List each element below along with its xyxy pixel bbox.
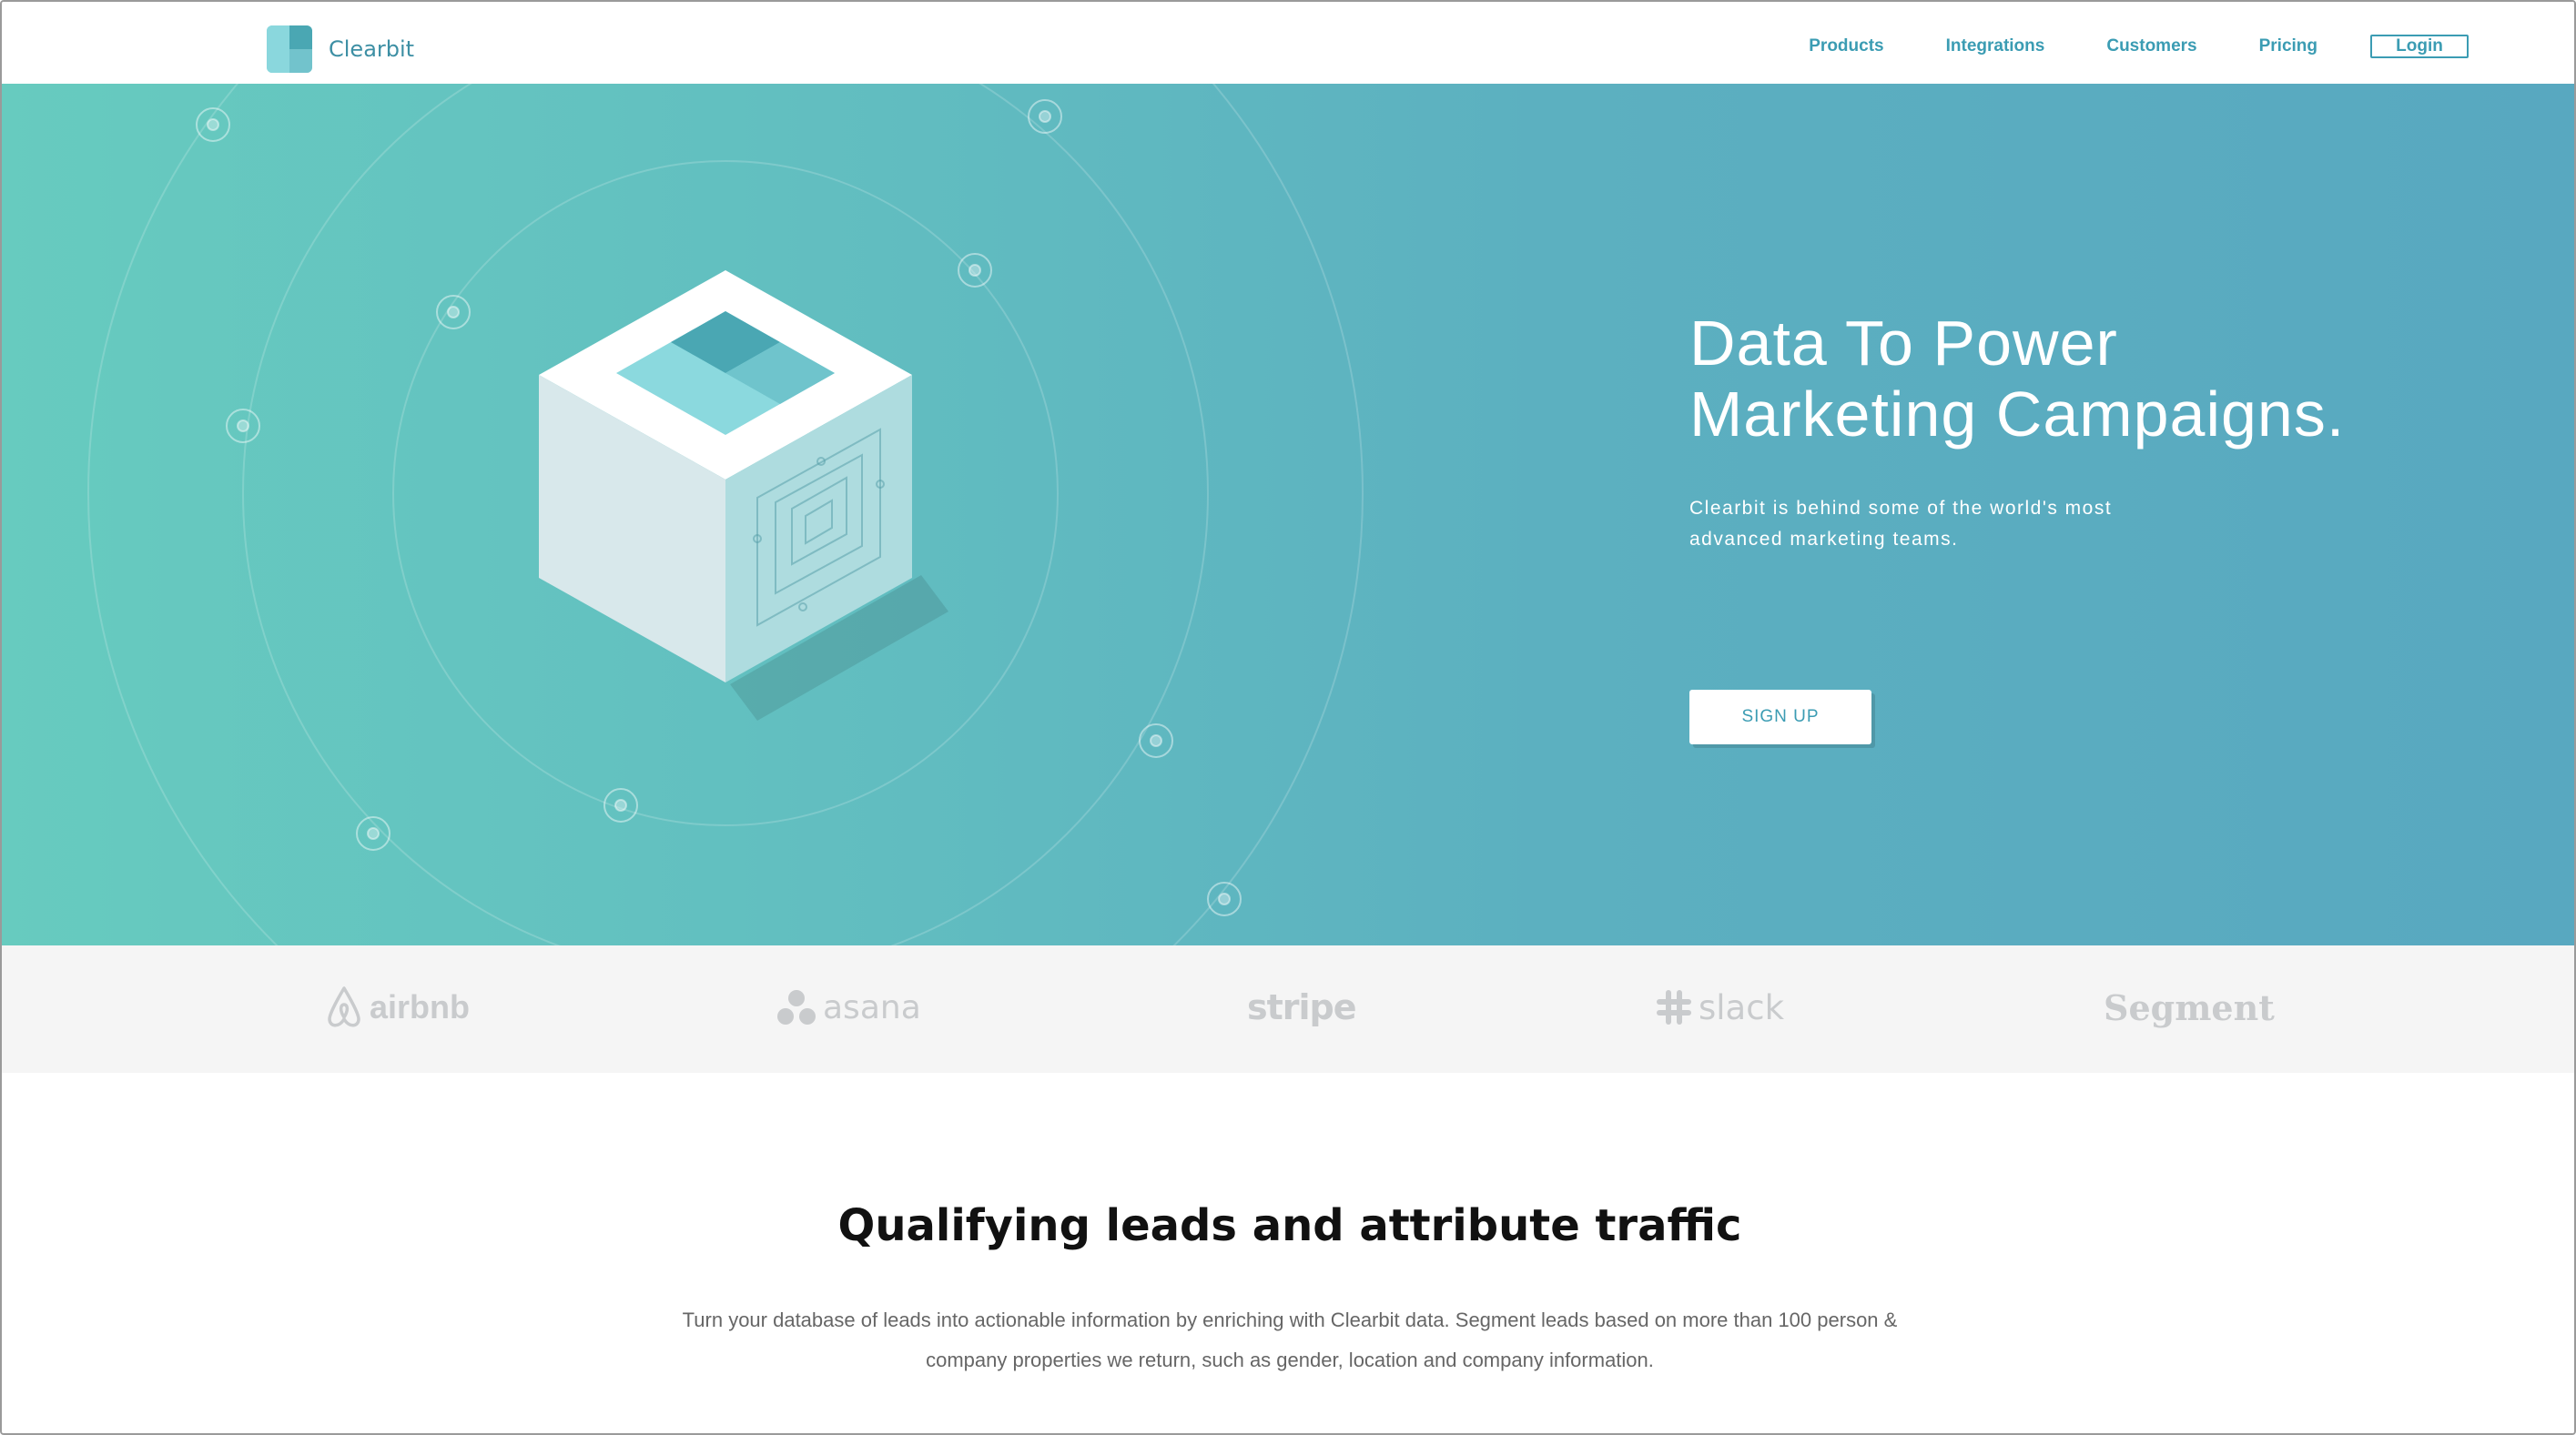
hero-section: Data To Power Marketing Campaigns. Clear…	[2, 84, 2574, 945]
slack-icon	[1657, 990, 1691, 1025]
hero-title: Data To Power Marketing Campaigns.	[1689, 308, 2509, 450]
brand-name-asana: asana	[823, 988, 921, 1026]
slack-logo: slack	[1655, 980, 1784, 1035]
site-header: Clearbit Products Integrations Customers…	[2, 2, 2574, 84]
hero-content: Data To Power Marketing Campaigns. Clear…	[1689, 308, 2509, 744]
hero-subtitle: Clearbit is behind some of the world's m…	[1689, 498, 2113, 550]
brand-name-stripe: stripe	[1247, 987, 1357, 1027]
sign-up-button[interactable]: SIGN UP	[1689, 690, 1871, 744]
brand-name: Clearbit	[329, 36, 415, 62]
nav-integrations[interactable]: Integrations	[1946, 36, 2045, 56]
customer-logos: airbnb asana stripe slack Segment	[2, 945, 2574, 1073]
brand-logo[interactable]: Clearbit	[267, 25, 414, 73]
hero-title-line2: Marketing Campaigns.	[1689, 379, 2346, 450]
main-nav: Products Integrations Customers Pricing …	[1747, 35, 2469, 58]
stripe-logo: stripe	[1247, 980, 1357, 1035]
nav-pricing[interactable]: Pricing	[2259, 36, 2317, 56]
asana-icon	[777, 990, 816, 1025]
features-section: Qualifying leads and attribute traffic T…	[2, 1073, 2574, 1433]
airbnb-icon	[328, 986, 360, 1027]
features-title: Qualifying leads and attribute traffic	[837, 1200, 1742, 1251]
airbnb-logo: airbnb	[324, 980, 470, 1035]
brand-name-airbnb: airbnb	[370, 988, 471, 1026]
asana-logo: asana	[776, 980, 921, 1035]
hero-title-line1: Data To Power	[1689, 308, 2118, 379]
nav-customers[interactable]: Customers	[2106, 36, 2196, 56]
brand-name-segment: Segment	[2104, 986, 2275, 1028]
browser-frame: Clearbit Products Integrations Customers…	[0, 0, 2576, 1435]
segment-logo: Segment	[2104, 980, 2275, 1035]
features-body: Turn your database of leads into actiona…	[682, 1309, 1898, 1371]
brand-name-slack: slack	[1699, 987, 1784, 1027]
nav-products[interactable]: Products	[1809, 36, 1883, 56]
clearbit-logo-icon	[267, 25, 312, 73]
login-button[interactable]: Login	[2370, 35, 2469, 58]
